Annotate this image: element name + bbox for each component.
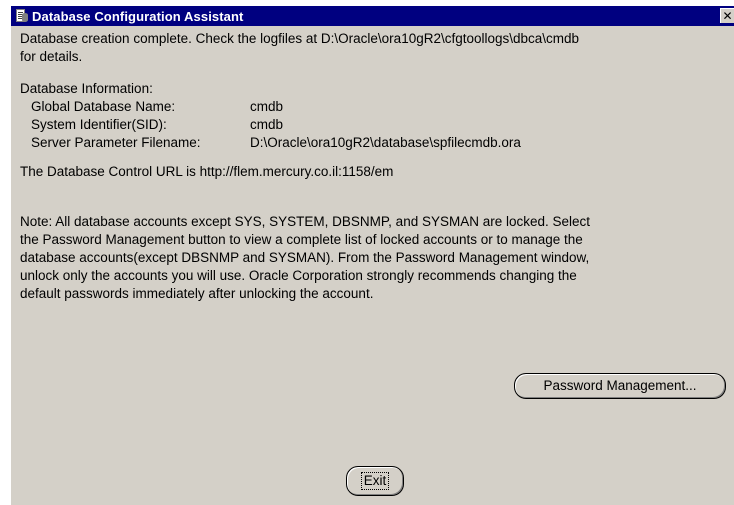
- info-label: System Identifier(SID):: [31, 117, 167, 132]
- creation-complete-text-cont: for details.: [20, 49, 83, 64]
- title-bar[interactable]: Database Configuration Assistant ✕: [11, 6, 734, 26]
- info-value: cmdb: [250, 117, 284, 132]
- info-row-global-db-name: Global Database Name: cmdb: [31, 98, 283, 116]
- info-label: Global Database Name:: [31, 99, 176, 114]
- note-text: Note: All database accounts except SYS, …: [20, 213, 720, 303]
- note-line: the Password Management button to view a…: [20, 232, 583, 247]
- window-title: Database Configuration Assistant: [32, 8, 244, 24]
- database-config-icon: [15, 9, 29, 23]
- control-url-text: The Database Control URL is http://flem.…: [20, 164, 394, 179]
- exit-button-label: Exit: [360, 472, 390, 490]
- close-icon[interactable]: ✕: [720, 8, 734, 23]
- note-line: database accounts(except DBSNMP and SYSM…: [20, 250, 590, 265]
- note-line: unlock only the accounts you will use. O…: [20, 268, 577, 283]
- password-management-button[interactable]: Password Management...: [514, 373, 726, 399]
- info-label: Server Parameter Filename:: [31, 135, 201, 150]
- creation-complete-text: Database creation complete. Check the lo…: [20, 31, 580, 46]
- database-info-heading: Database Information:: [20, 81, 153, 96]
- exit-button[interactable]: Exit: [346, 466, 404, 496]
- info-value: D:\Oracle\ora10gR2\database\spfilecmdb.o…: [250, 135, 521, 150]
- info-value: cmdb: [250, 99, 284, 114]
- info-row-spfile: Server Parameter Filename: D:\Oracle\ora1…: [31, 134, 521, 152]
- dialog-content: Database creation complete. Check the lo…: [11, 26, 734, 505]
- note-line: Note: All database accounts except SYS, …: [20, 214, 591, 229]
- dbca-dialog: Database Configuration Assistant ✕ Datab…: [10, 5, 734, 505]
- note-line: default passwords immediately after unlo…: [20, 286, 374, 301]
- info-row-sid: System Identifier(SID): cmdb: [31, 116, 283, 134]
